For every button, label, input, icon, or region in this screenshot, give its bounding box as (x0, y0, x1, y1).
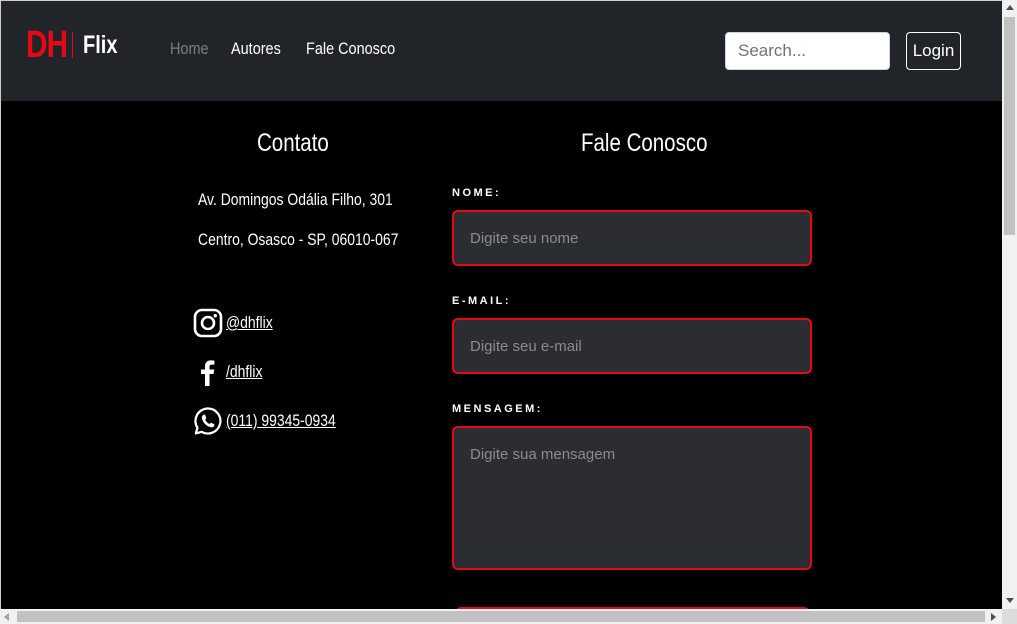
page-viewport: DH Flix Home Autores Fale Conosco Login … (1, 1, 1002, 609)
social-instagram: @dhflix (192, 307, 283, 339)
brand-separator (72, 32, 73, 58)
form-title: Fale Conosco (581, 129, 708, 157)
name-label: NOME: (452, 187, 502, 199)
scrollbar-corner (1002, 609, 1017, 624)
address-line-2: Centro, Osasco - SP, 06010-067 (198, 230, 399, 249)
contact-title: Contato (257, 129, 329, 157)
horizontal-scroll-thumb[interactable] (17, 611, 985, 622)
social-whatsapp: (011) 99345-0934 (192, 405, 360, 437)
nav-link-home[interactable]: Home (170, 39, 209, 59)
horizontal-scrollbar[interactable] (0, 609, 1002, 624)
social-facebook: /dhflix (192, 356, 270, 388)
instagram-link[interactable]: @dhflix (226, 313, 273, 333)
search-input[interactable] (725, 32, 890, 70)
vertical-scroll-thumb[interactable] (1004, 17, 1015, 235)
address-line-1: Av. Domingos Odália Filho, 301 (198, 190, 393, 209)
email-label: E-MAIL: (452, 295, 512, 307)
brand-logo[interactable]: DH Flix (26, 23, 126, 67)
facebook-link[interactable]: /dhflix (226, 362, 262, 382)
brand-dh: DH (26, 23, 68, 66)
facebook-icon (192, 356, 224, 388)
login-button[interactable]: Login (906, 32, 961, 70)
scroll-right-icon[interactable] (991, 613, 996, 621)
navbar: DH Flix Home Autores Fale Conosco Login (1, 1, 1002, 101)
scroll-up-icon[interactable] (1006, 5, 1014, 10)
whatsapp-icon (192, 405, 224, 437)
brand-flix: Flix (83, 30, 118, 59)
message-field[interactable] (452, 426, 812, 570)
scroll-left-icon[interactable] (4, 613, 9, 621)
vertical-scrollbar[interactable] (1002, 0, 1017, 609)
name-field[interactable] (452, 210, 812, 266)
scroll-down-icon[interactable] (1006, 598, 1014, 603)
nav-link-fale-conosco[interactable]: Fale Conosco (306, 39, 395, 59)
instagram-icon (192, 307, 224, 339)
email-field[interactable] (452, 318, 812, 374)
whatsapp-link[interactable]: (011) 99345-0934 (226, 411, 336, 431)
nav-links: Home Autores Fale Conosco (170, 39, 427, 59)
nav-link-autores[interactable]: Autores (231, 39, 281, 59)
message-label: MENSAGEM: (452, 403, 543, 415)
